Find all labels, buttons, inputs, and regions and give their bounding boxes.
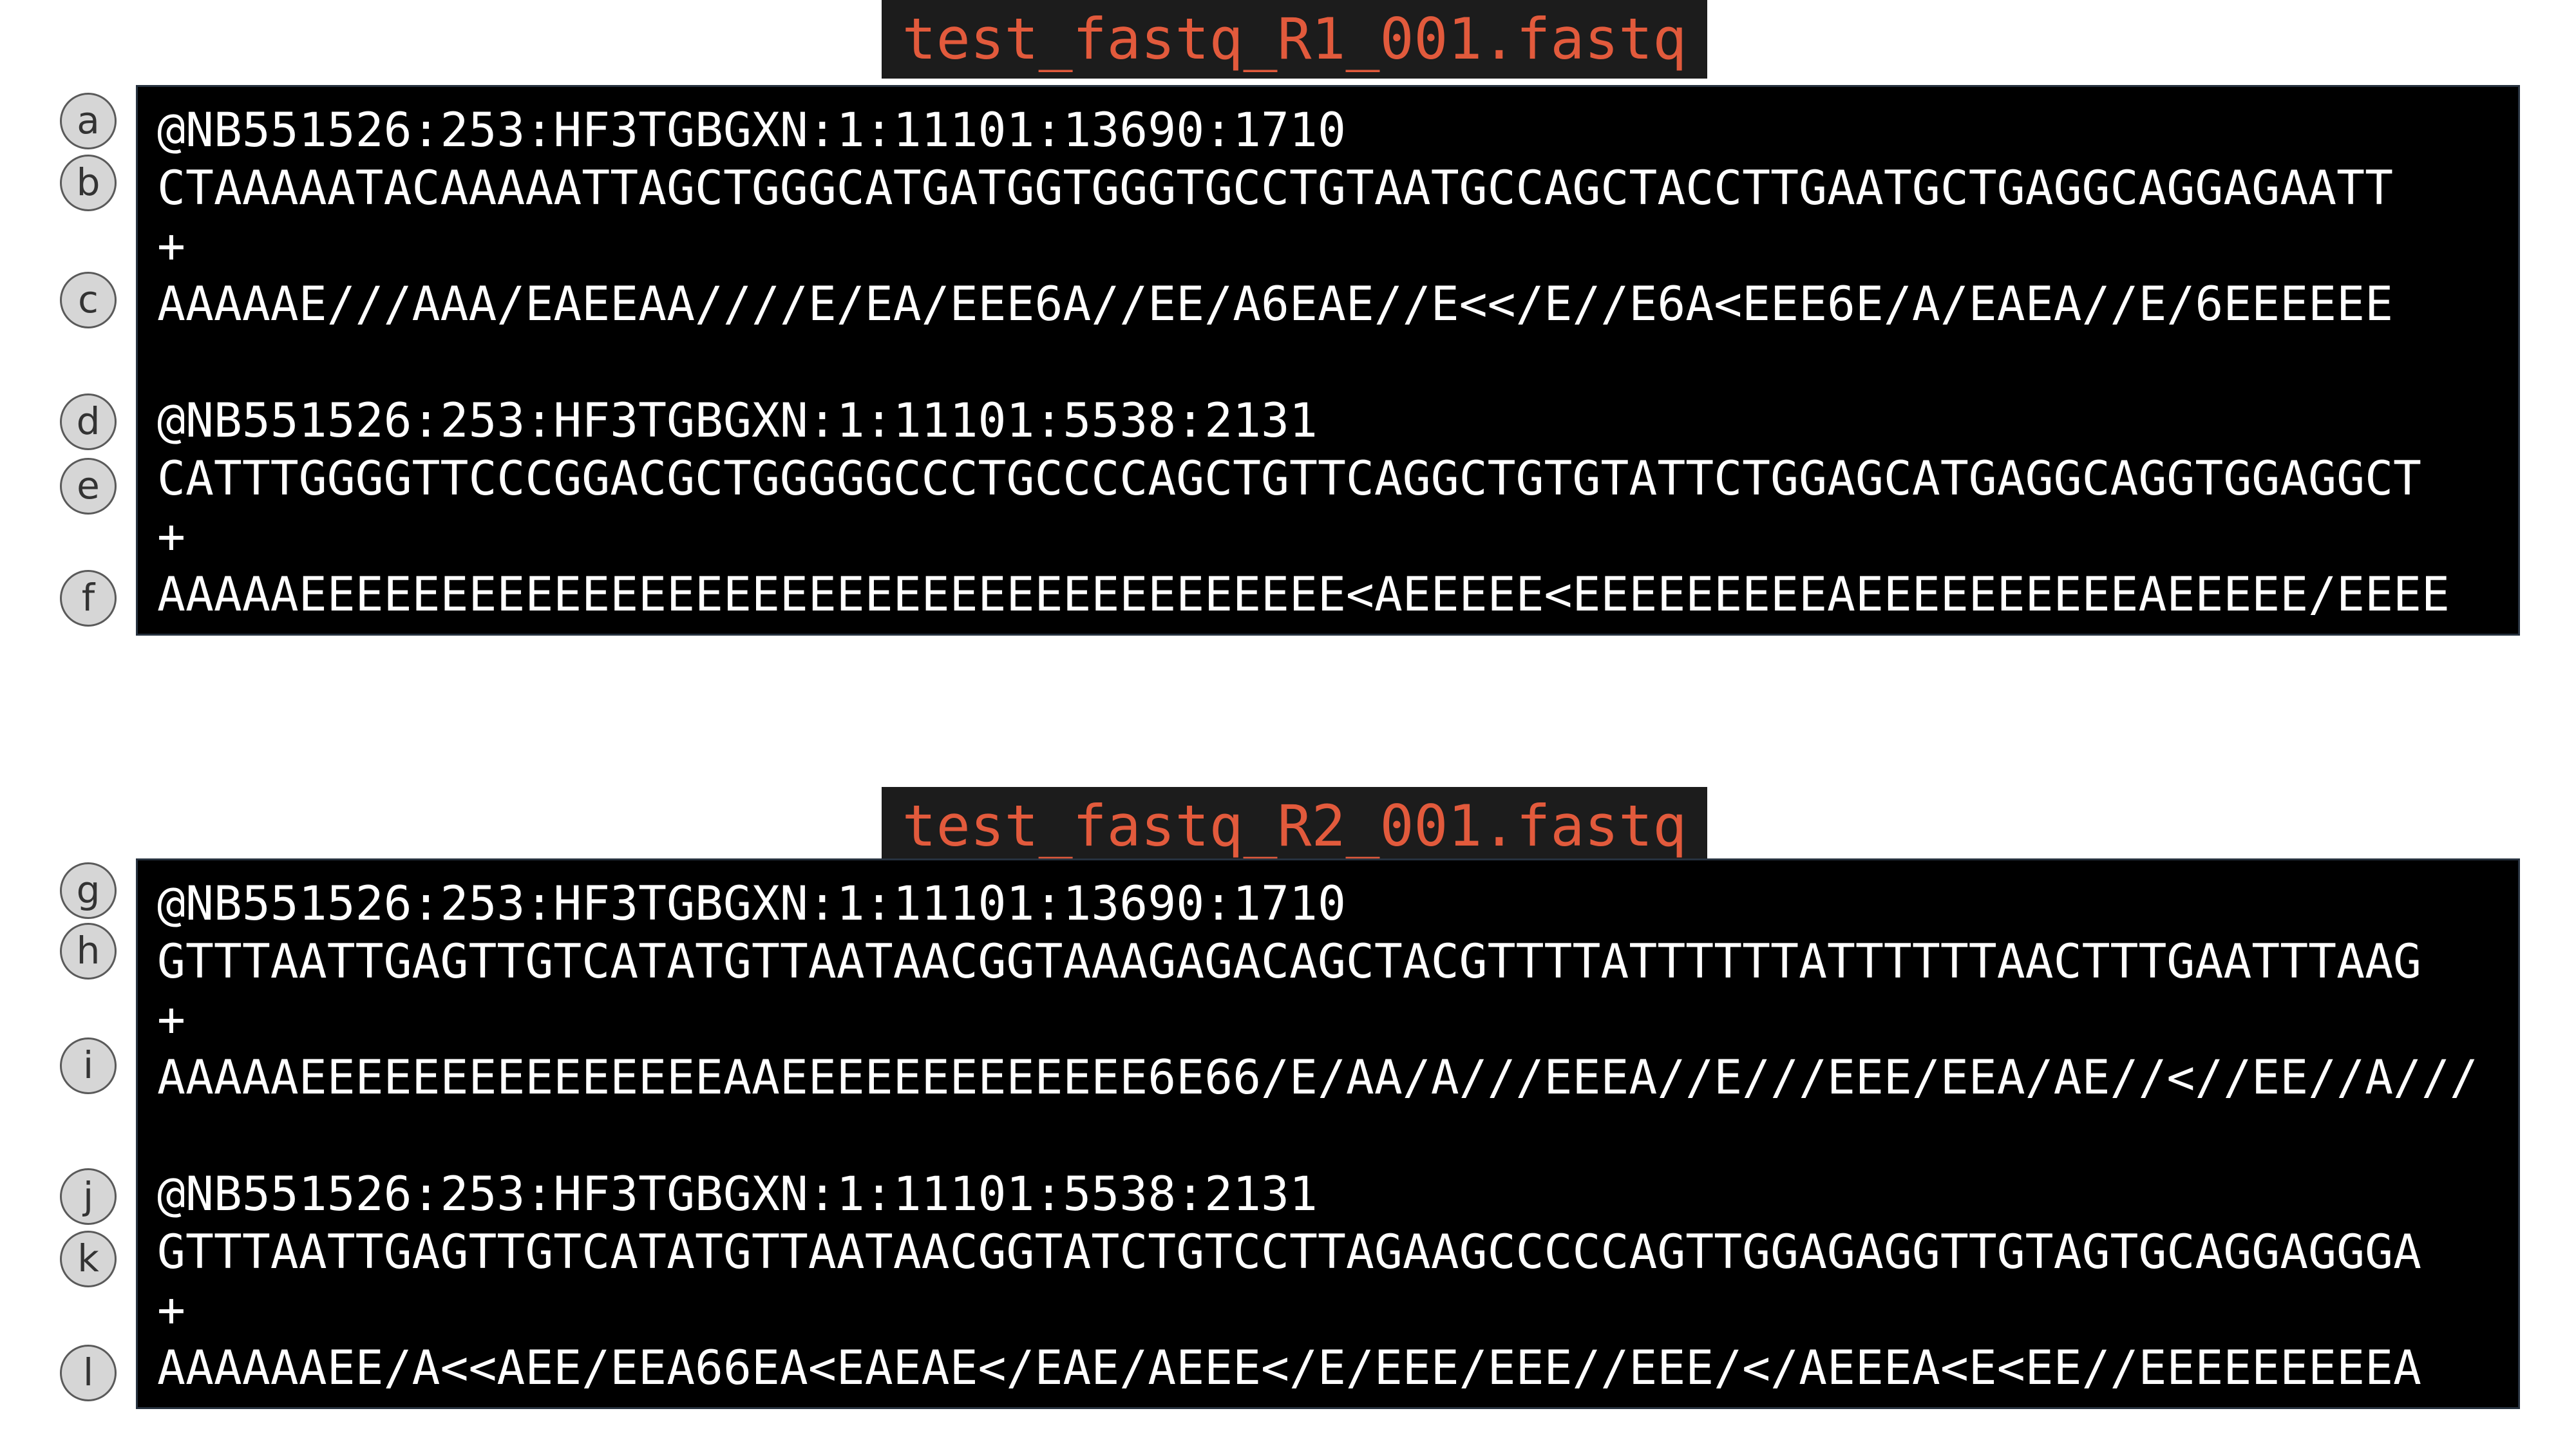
- line-marker-j: j: [60, 1168, 117, 1225]
- line-marker-g: g: [60, 862, 117, 919]
- file-title-r1: test_fastq_R1_001.fastq: [882, 0, 1707, 79]
- read-separator-line: +: [157, 992, 185, 1047]
- read-header-line: @NB551526:253:HF3TGBGXN:1:11101:13690:17…: [157, 103, 1346, 158]
- read-separator-line: +: [157, 219, 185, 274]
- line-marker-k: k: [60, 1231, 117, 1287]
- read-quality-line: AAAAAAEE/A<<AEE/EEA66EA<EAEAE</EAE/AEEE<…: [157, 1341, 2421, 1396]
- line-marker-h: h: [60, 923, 117, 980]
- line-marker-d: d: [60, 393, 117, 450]
- read-header-line: @NB551526:253:HF3TGBGXN:1:11101:5538:213…: [157, 393, 1318, 448]
- terminal-panel-r1: @NB551526:253:HF3TGBGXN:1:11101:13690:17…: [136, 85, 2520, 636]
- read-quality-line: AAAAAEEEEEEEEEEEEEEEAAEEEEEEEEEEEEE6E66/…: [157, 1050, 2478, 1105]
- line-marker-c: c: [60, 272, 117, 328]
- file-title-r2: test_fastq_R2_001.fastq: [882, 787, 1707, 866]
- read-separator-line: +: [157, 1283, 185, 1338]
- read-sequence-line: CTAAAAATACAAAAATTAGCTGGGCATGATGGTGGGTGCC…: [157, 161, 2394, 216]
- line-marker-f: f: [60, 570, 117, 627]
- read-sequence-line: GTTTAATTGAGTTGTCATATGTTAATAACGGTATCTGTCC…: [157, 1225, 2421, 1280]
- line-marker-b: b: [60, 155, 117, 211]
- read-separator-line: +: [157, 509, 185, 564]
- read-quality-line: AAAAAE///AAA/EAEEAA////E/EA/EEE6A//EE/A6…: [157, 277, 2394, 332]
- line-marker-i: i: [60, 1037, 117, 1094]
- read-quality-line: AAAAAEEEEEEEEEEEEEEEEEEEEEEEEEEEEEEEEEEE…: [157, 567, 2450, 622]
- line-marker-e: e: [60, 458, 117, 515]
- line-marker-l: l: [60, 1345, 117, 1401]
- read-sequence-line: CATTTGGGGTTCCCGGACGCTGGGGGCCCTGCCCCAGCTG…: [157, 451, 2421, 506]
- terminal-panel-r2: @NB551526:253:HF3TGBGXN:1:11101:13690:17…: [136, 858, 2520, 1409]
- read-header-line: @NB551526:253:HF3TGBGXN:1:11101:5538:213…: [157, 1167, 1318, 1222]
- read-header-line: @NB551526:253:HF3TGBGXN:1:11101:13690:17…: [157, 876, 1346, 931]
- line-marker-a: a: [60, 93, 117, 149]
- read-sequence-line: GTTTAATTGAGTTGTCATATGTTAATAACGGTAAAGAGAC…: [157, 934, 2421, 989]
